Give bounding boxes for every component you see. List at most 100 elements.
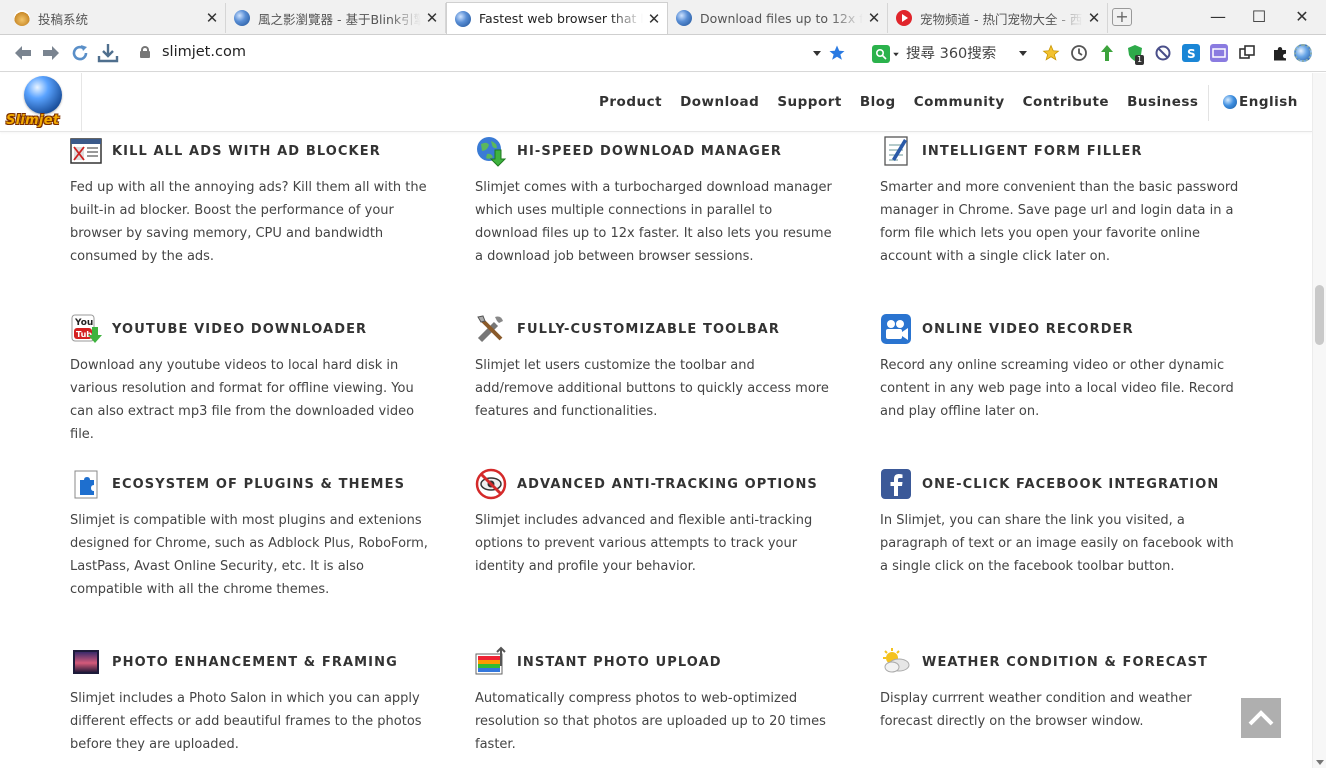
nav-support[interactable]: Support [777, 94, 842, 110]
nav-download[interactable]: Download [680, 94, 759, 110]
globe-icon [1223, 95, 1237, 109]
upload-button[interactable] [1098, 44, 1116, 62]
feature-title: ADVANCED ANTI-TRACKING OPTIONS [517, 476, 818, 492]
feature-title: ECOSYSTEM OF PLUGINS & THEMES [112, 476, 406, 492]
feature-title: PHOTO ENHANCEMENT & FRAMING [112, 654, 398, 670]
new-tab-button[interactable]: + [1112, 8, 1132, 26]
back-button[interactable] [12, 42, 34, 64]
feature-weather: WEATHER CONDITION & FORECAST Display cur… [880, 647, 1250, 733]
logo-text: Slimjet [6, 113, 60, 128]
download-globe-icon [475, 135, 507, 167]
skype-extension[interactable]: S [1182, 44, 1200, 62]
search-engine-icon[interactable] [872, 45, 890, 63]
forward-button[interactable] [40, 42, 62, 64]
feature-title: ONLINE VIDEO RECORDER [922, 321, 1134, 337]
arrow-up-icon [1101, 45, 1113, 61]
photo-icon [70, 646, 102, 678]
tab-title: Fastest web browser that blocks [479, 11, 643, 26]
star-icon [829, 45, 845, 60]
feature-title: HI-SPEED DOWNLOAD MANAGER [517, 143, 783, 159]
feature-plugins-themes: ECOSYSTEM OF PLUGINS & THEMES Slimjet is… [70, 469, 440, 601]
close-icon[interactable]: ✕ [205, 11, 219, 26]
block-extension[interactable] [1154, 44, 1172, 62]
chevron-down-icon [813, 50, 821, 56]
address-dropdown[interactable] [806, 42, 828, 64]
url-text: slimjet.com [162, 44, 246, 60]
feature-title: INSTANT PHOTO UPLOAD [517, 654, 722, 670]
extensions-button[interactable] [1271, 44, 1289, 62]
copy-window-icon [1239, 45, 1255, 59]
close-icon[interactable]: ✕ [647, 11, 661, 26]
ad-blocker-icon [70, 135, 102, 167]
search-input[interactable] [906, 46, 1016, 62]
language-selector[interactable]: English [1223, 94, 1298, 110]
nav-blog[interactable]: Blog [860, 94, 896, 110]
bookmark-star-button[interactable] [826, 42, 848, 64]
chevron-up-icon [1248, 710, 1274, 726]
reload-icon [72, 45, 88, 61]
anti-tracking-icon [475, 468, 507, 500]
scrollbar-thumb[interactable] [1315, 285, 1324, 345]
maximize-button[interactable]: ☐ [1249, 7, 1269, 27]
tab-2-active[interactable]: Fastest web browser that blocks ✕ [446, 2, 668, 34]
video-camera-icon [880, 313, 912, 345]
main-nav: Product Download Support Blog Community … [599, 94, 1216, 110]
feature-desc: In Slimjet, you can share the link you v… [880, 513, 1234, 574]
nav-business[interactable]: Business [1127, 94, 1198, 110]
nav-community[interactable]: Community [914, 94, 1005, 110]
nav-divider [1208, 85, 1209, 121]
downloads-button[interactable] [97, 42, 119, 64]
tab-title: 投稿系统 [38, 11, 89, 27]
search-box[interactable] [872, 42, 1032, 66]
close-icon[interactable]: ✕ [425, 11, 439, 26]
svg-text:You: You [74, 318, 93, 328]
close-icon[interactable]: ✕ [1087, 11, 1101, 26]
tab-0[interactable]: 投稿系统 ✕ [6, 3, 226, 33]
close-icon[interactable]: ✕ [867, 11, 881, 26]
globe-icon [676, 10, 692, 26]
feature-title: ONE-CLICK FACEBOOK INTEGRATION [922, 476, 1220, 492]
search-dropdown[interactable] [1012, 42, 1034, 64]
clock-icon [1071, 45, 1087, 61]
nav-contribute[interactable]: Contribute [1023, 94, 1109, 110]
tab-3[interactable]: Download files up to 12x faster ✕ [668, 3, 888, 33]
tools-icon [475, 313, 507, 345]
screenshot-extension[interactable] [1238, 44, 1256, 62]
skype-icon: S [1187, 47, 1196, 61]
tab-strip: 投稿系统 ✕ 風之影瀏覽器 - 基于Blink引擎的 ✕ Fastest web… [0, 0, 1326, 35]
plugin-puzzle-icon [70, 468, 102, 500]
facebook-icon [880, 468, 912, 500]
feature-photo-upload: INSTANT PHOTO UPLOAD Automatically compr… [475, 646, 845, 756]
page-scrollbar[interactable] [1312, 73, 1326, 768]
extension-badge: 1 [1135, 55, 1145, 65]
globe-icon [24, 76, 62, 114]
feature-desc: Fed up with all the annoying ads? Kill t… [70, 180, 427, 264]
nav-product[interactable]: Product [599, 94, 662, 110]
address-bar[interactable]: slimjet.com [140, 44, 246, 60]
block-icon [1155, 45, 1171, 61]
shield-extension[interactable]: 1 [1126, 44, 1145, 65]
weather-icon [880, 646, 912, 678]
favorites-button[interactable] [1042, 44, 1060, 62]
scroll-down-arrow-icon[interactable] [1316, 760, 1324, 765]
globe-icon [234, 10, 250, 26]
feature-desc: Slimjet is compatible with most plugins … [70, 513, 428, 597]
media-icon [1212, 48, 1226, 58]
feature-title: KILL ALL ADS WITH AD BLOCKER [112, 143, 381, 159]
feature-toolbar: FULLY-CUSTOMIZABLE TOOLBAR Slimjet let u… [475, 314, 845, 423]
site-logo[interactable]: Slimjet [0, 73, 82, 132]
feature-form-filler: INTELLIGENT FORM FILLER Smarter and more… [880, 136, 1250, 268]
minimize-button[interactable]: — [1208, 7, 1228, 27]
feature-download-manager: HI-SPEED DOWNLOAD MANAGER Slimjet comes … [475, 136, 845, 268]
tab-1[interactable]: 風之影瀏覽器 - 基于Blink引擎的 ✕ [226, 3, 446, 33]
tab-4[interactable]: 宠物频道 - 热门宠物大全 - 西瓜 ✕ [888, 3, 1108, 33]
back-to-top-button[interactable] [1241, 698, 1281, 738]
history-button[interactable] [1070, 44, 1088, 62]
reload-button[interactable] [69, 42, 91, 64]
chevron-down-icon[interactable] [893, 52, 899, 56]
lock-icon [140, 46, 150, 58]
media-extension[interactable] [1210, 44, 1228, 62]
profile-menu[interactable] [1294, 44, 1312, 62]
close-window-button[interactable]: ✕ [1292, 7, 1312, 27]
feature-desc: Slimjet let users customize the toolbar … [475, 358, 829, 419]
